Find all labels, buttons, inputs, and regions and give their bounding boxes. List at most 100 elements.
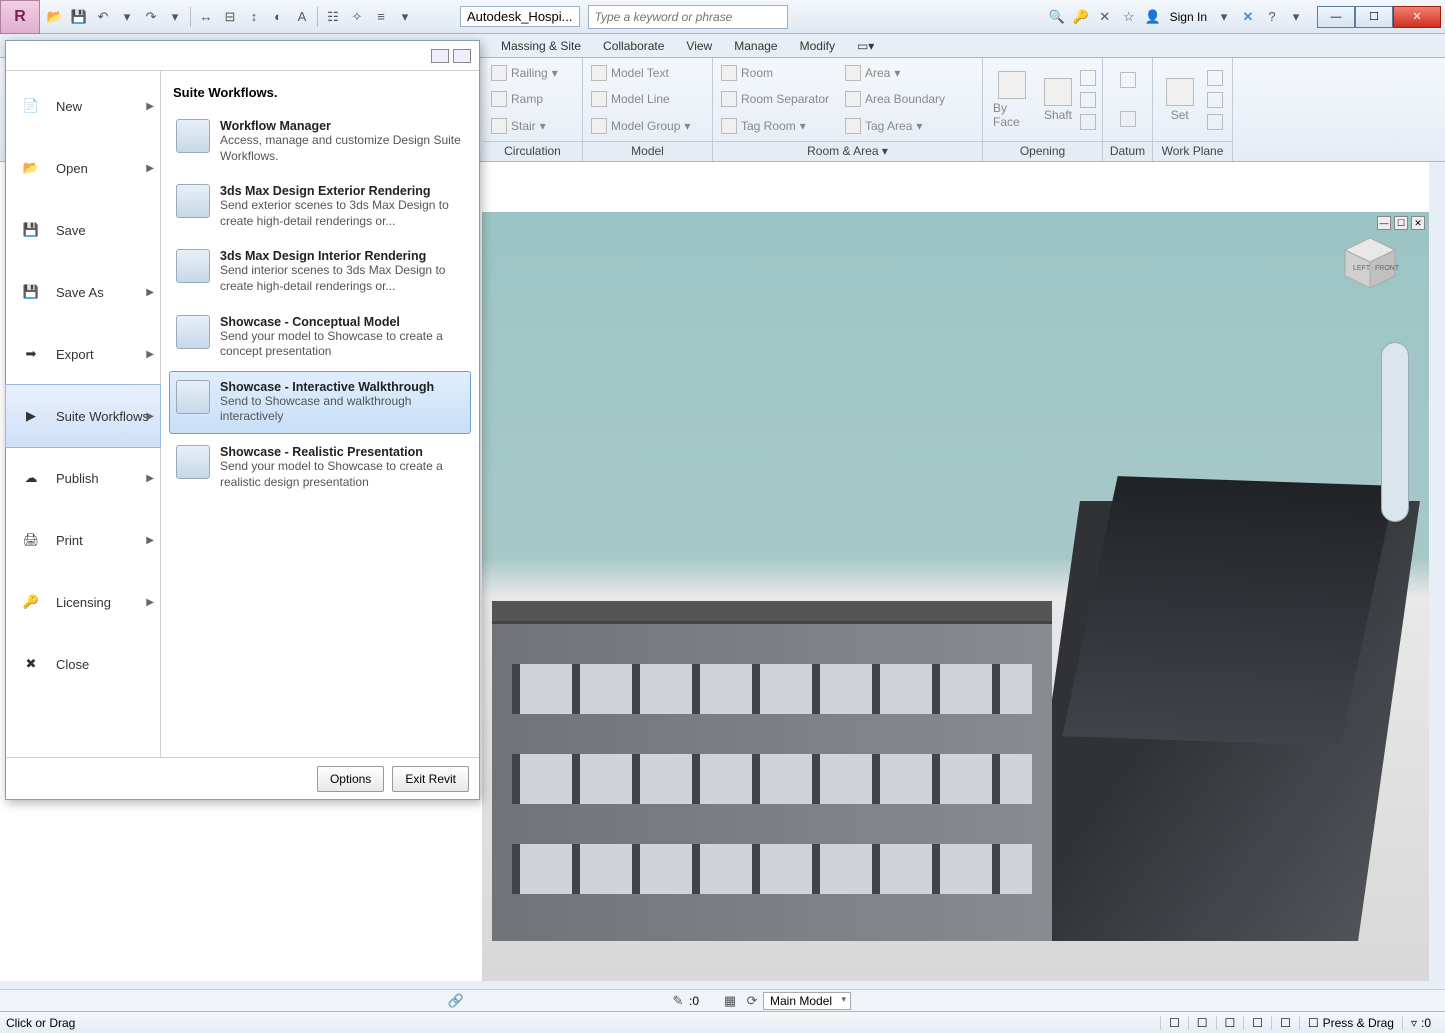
vertical-opening-icon[interactable] xyxy=(1080,92,1096,108)
ramp-button[interactable]: Ramp xyxy=(489,90,576,108)
submenu-item[interactable]: 3ds Max Design Exterior RenderingSend ex… xyxy=(169,175,471,238)
railing-button[interactable]: Railing ▾ xyxy=(489,64,576,82)
menu-item-close[interactable]: ✖Close xyxy=(6,633,160,695)
editable-only-icon[interactable]: ▦ xyxy=(719,990,741,1012)
exit-revit-button[interactable]: Exit Revit xyxy=(392,766,469,792)
redo-icon[interactable]: ↷ xyxy=(140,6,162,28)
sign-in-button[interactable]: Sign In xyxy=(1166,10,1211,24)
menu-item-publish[interactable]: ☁Publish▶ xyxy=(6,447,160,509)
worksets-icon[interactable]: 🔗 xyxy=(445,990,467,1012)
tab-massing-site[interactable]: Massing & Site xyxy=(490,35,592,57)
submenu-item[interactable]: Showcase - Conceptual ModelSend your mod… xyxy=(169,306,471,369)
press-drag-toggle[interactable]: ☐ Press & Drag xyxy=(1299,1016,1402,1030)
text-icon[interactable]: A xyxy=(291,6,313,28)
design-options-icon[interactable]: ✎ xyxy=(667,990,689,1012)
select-links-icon[interactable]: ☐ xyxy=(1160,1016,1188,1030)
close-view-icon[interactable]: ✕ xyxy=(1411,216,1425,230)
shaft-button[interactable]: Shaft xyxy=(1040,74,1076,126)
recent-small-icon[interactable] xyxy=(431,49,449,63)
tag-room-button[interactable]: Tag Room ▾ xyxy=(719,117,839,135)
menu-item-print[interactable]: 🖨Print▶ xyxy=(6,509,160,571)
submenu-item[interactable]: Showcase - Interactive WalkthroughSend t… xyxy=(169,371,471,434)
dropdown-icon[interactable]: ▾ xyxy=(1213,6,1235,28)
level-icon[interactable] xyxy=(1120,72,1136,88)
binoculars-icon[interactable]: 🔍 xyxy=(1046,6,1068,28)
menu-item-export[interactable]: ➡Export▶ xyxy=(6,323,160,385)
undo-icon[interactable]: ↶ xyxy=(92,6,114,28)
select-face-icon[interactable]: ☐ xyxy=(1243,1016,1271,1030)
view-icon[interactable]: ☷ xyxy=(322,6,344,28)
menu-item-suite-workflows[interactable]: ▶Suite Workflows▶ xyxy=(5,384,161,448)
wall-opening-icon[interactable] xyxy=(1080,70,1096,86)
dim-icon[interactable]: ↕ xyxy=(243,6,265,28)
user-icon[interactable]: 👤 xyxy=(1142,6,1164,28)
measure-icon[interactable]: ↔ xyxy=(195,6,217,28)
exchange-apps-icon[interactable]: ✕ xyxy=(1237,6,1259,28)
viewer-icon[interactable] xyxy=(1207,114,1223,130)
submenu-item[interactable]: Showcase - Realistic PresentationSend yo… xyxy=(169,436,471,499)
save-icon[interactable]: 💾 xyxy=(68,6,90,28)
help-icon[interactable]: ? xyxy=(1261,6,1283,28)
tag-area-button[interactable]: Tag Area ▾ xyxy=(843,117,924,135)
workflow-icon xyxy=(176,184,210,218)
options-button[interactable]: Options xyxy=(317,766,384,792)
dropdown-icon[interactable]: ▾ xyxy=(164,6,186,28)
navigation-bar[interactable] xyxy=(1381,342,1409,522)
submenu-item[interactable]: 3ds Max Design Interior RenderingSend in… xyxy=(169,240,471,303)
align-icon[interactable]: ⊟ xyxy=(219,6,241,28)
minimize-button[interactable]: — xyxy=(1317,6,1355,28)
area-button[interactable]: Area ▾ xyxy=(843,64,902,82)
submenu-item[interactable]: Workflow ManagerAccess, manage and custo… xyxy=(169,110,471,173)
key-icon[interactable]: 🔑 xyxy=(1070,6,1092,28)
dropdown-icon[interactable]: ▾ xyxy=(116,6,138,28)
model-text-button[interactable]: Model Text xyxy=(589,64,706,82)
maximize-button[interactable]: ☐ xyxy=(1355,6,1393,28)
grid-icon[interactable] xyxy=(1120,111,1136,127)
select-underlay-icon[interactable]: ☐ xyxy=(1188,1016,1216,1030)
dropdown-icon[interactable]: ▾ xyxy=(1285,6,1307,28)
by-face-button[interactable]: By Face xyxy=(989,67,1036,133)
menu-item-open[interactable]: 📂Open▶ xyxy=(6,137,160,199)
viewcube[interactable]: LEFT FRONT xyxy=(1339,232,1401,294)
select-pinned-icon[interactable]: ☐ xyxy=(1216,1016,1244,1030)
close-button[interactable]: ✕ xyxy=(1393,6,1441,28)
tab-view[interactable]: View xyxy=(675,35,723,57)
show-icon[interactable] xyxy=(1207,70,1223,86)
filter-icon[interactable]: ▿:0 xyxy=(1402,1016,1439,1030)
minimize-view-icon[interactable]: — xyxy=(1377,216,1391,230)
model-group-button[interactable]: Model Group ▾ xyxy=(589,117,706,135)
section-icon[interactable]: ✧ xyxy=(346,6,368,28)
list-icon[interactable]: ≡ xyxy=(370,6,392,28)
room-button[interactable]: Room xyxy=(719,64,839,82)
model-line-button[interactable]: Model Line xyxy=(589,90,706,108)
stair-button[interactable]: Stair ▾ xyxy=(489,117,576,135)
menu-item-licensing[interactable]: 🔑Licensing▶ xyxy=(6,571,160,633)
menu-item-save-as[interactable]: 💾Save As▶ xyxy=(6,261,160,323)
tab-modify[interactable]: Modify xyxy=(789,35,846,57)
search-input[interactable] xyxy=(588,5,788,29)
tab-manage[interactable]: Manage xyxy=(723,35,788,57)
set-button[interactable]: Set xyxy=(1162,74,1198,126)
menu-icon: 📂 xyxy=(16,155,46,181)
sync-icon[interactable]: ⟳ xyxy=(741,990,763,1012)
room-separator-button[interactable]: Room Separator xyxy=(719,90,839,108)
more-icon[interactable]: ▾ xyxy=(394,6,416,28)
application-button[interactable]: R xyxy=(0,0,40,34)
open-icon[interactable]: 📂 xyxy=(44,6,66,28)
tag-icon[interactable]: ◐ xyxy=(267,6,289,28)
main-model-select[interactable]: Main Model xyxy=(763,992,851,1010)
3d-view[interactable]: — ☐ ✕ xyxy=(482,212,1429,981)
tab-collaborate[interactable]: Collaborate xyxy=(592,35,675,57)
drag-icon[interactable]: ☐ xyxy=(1271,1016,1299,1030)
ref-plane-icon[interactable] xyxy=(1207,92,1223,108)
menu-item-new[interactable]: 📄New▶ xyxy=(6,75,160,137)
area-boundary-button[interactable]: Area Boundary xyxy=(843,90,947,108)
recent-large-icon[interactable] xyxy=(453,49,471,63)
dormer-opening-icon[interactable] xyxy=(1080,114,1096,130)
ribbon-expand-icon[interactable]: ▭▾ xyxy=(846,35,885,57)
exchange-icon[interactable]: ✕ xyxy=(1094,6,1116,28)
maximize-view-icon[interactable]: ☐ xyxy=(1394,216,1408,230)
favorite-icon[interactable]: ☆ xyxy=(1118,6,1140,28)
menu-item-save[interactable]: 💾Save xyxy=(6,199,160,261)
panel-label[interactable]: Room & Area ▾ xyxy=(713,141,982,161)
